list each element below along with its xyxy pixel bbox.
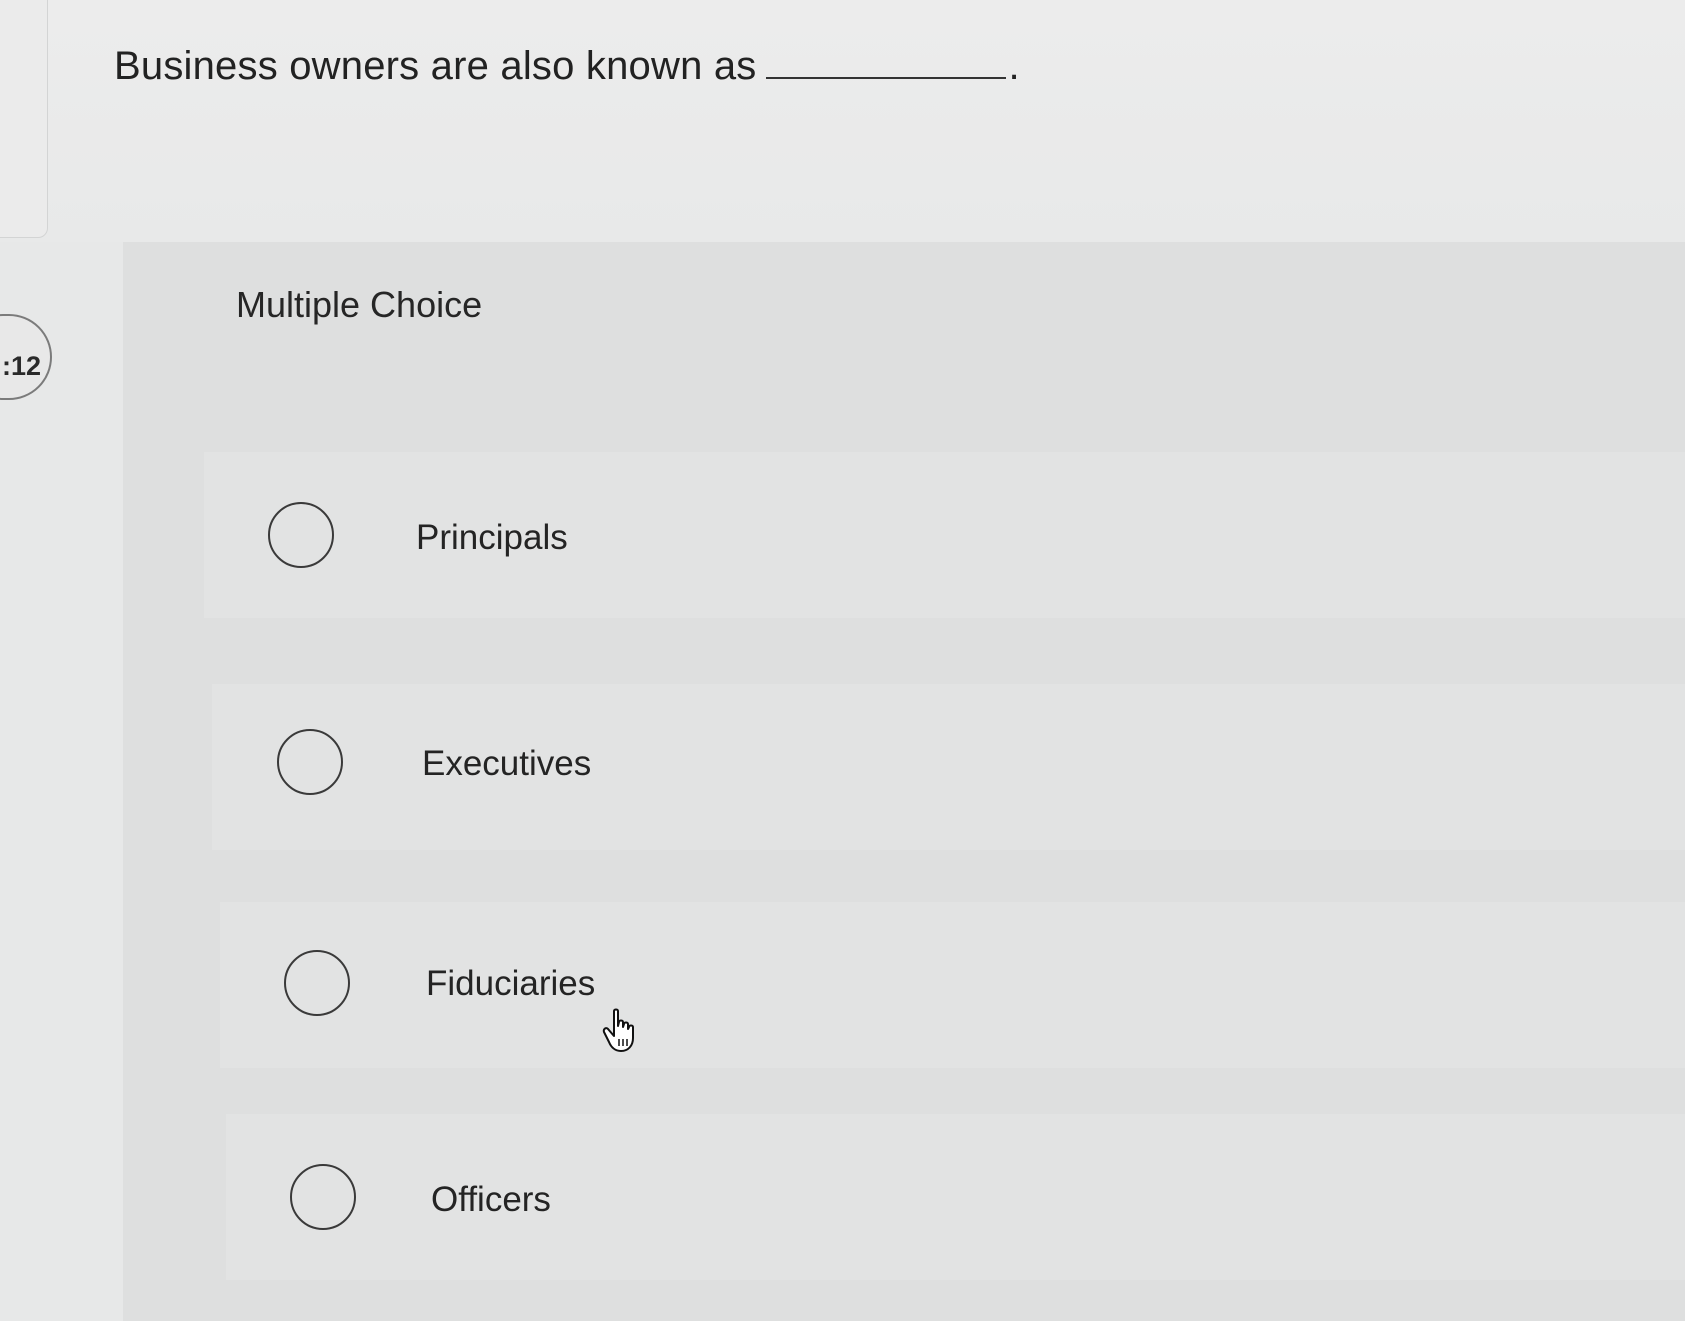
option-label: Fiduciaries: [426, 964, 596, 1003]
option-label: Principals: [416, 518, 568, 557]
section-title: Multiple Choice: [236, 284, 483, 325]
option-label: Executives: [422, 744, 592, 783]
question-header: [0, 0, 1685, 242]
question-end-punctuation: .: [1008, 44, 1020, 88]
radio-unselected-icon[interactable]: [268, 502, 334, 568]
sidebar-card-edge: [0, 0, 48, 238]
question-text: Business owners are also known as: [114, 44, 757, 88]
radio-unselected-icon[interactable]: [284, 950, 350, 1016]
option-officers[interactable]: Officers: [226, 1114, 1685, 1280]
option-principals[interactable]: Principals: [204, 452, 1685, 618]
radio-unselected-icon[interactable]: [290, 1164, 356, 1230]
radio-unselected-icon[interactable]: [277, 729, 343, 795]
timer-text: :12: [2, 351, 42, 381]
answer-blank: [766, 76, 1007, 79]
option-label: Officers: [431, 1180, 551, 1219]
question-prompt: Business owners are also known as.: [114, 44, 1020, 89]
option-executives[interactable]: Executives: [212, 684, 1685, 850]
option-fiduciaries[interactable]: Fiduciaries: [220, 902, 1685, 1068]
hand-pointer-icon: [602, 1008, 634, 1052]
